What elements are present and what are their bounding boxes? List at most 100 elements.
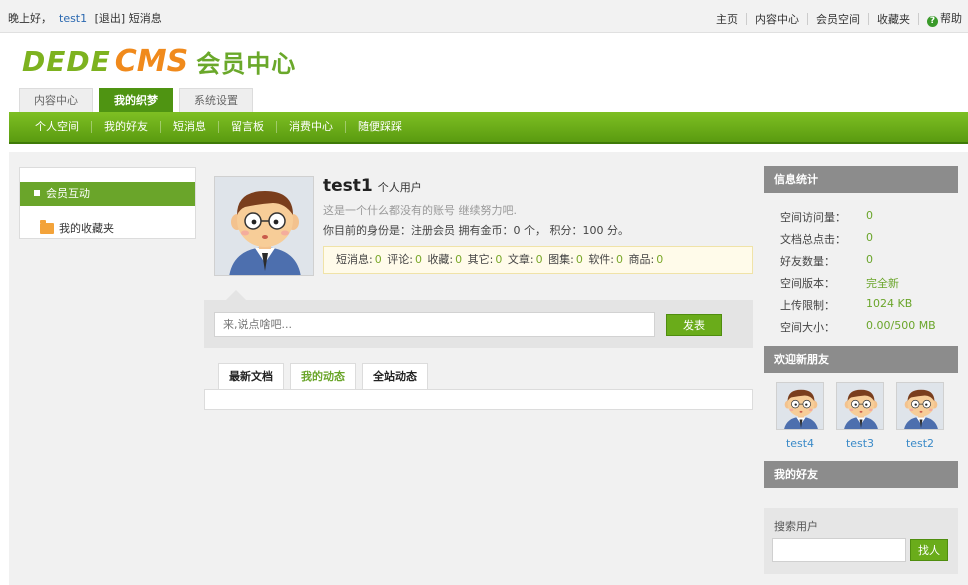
top-links: 主页 内容中心 会员空间 收藏夹 ? 帮助 (716, 10, 962, 27)
logo-dede: DEDE (22, 44, 111, 78)
sidebar-item-favorites[interactable]: 我的收藏夹 (40, 219, 114, 236)
avatar-image (897, 383, 943, 429)
tab-site-activity[interactable]: 全站动态 (362, 363, 428, 389)
stat-value: 0 (866, 231, 873, 244)
stat-value: 0 (374, 253, 382, 266)
favorites-link[interactable]: 收藏夹 (877, 11, 910, 27)
member-space-link[interactable]: 会员空间 (816, 11, 860, 27)
stat-label: 文档总点击： (780, 233, 846, 246)
profile-status: 你目前的身份是：注册会员 拥有金币：0 个， 积分：100 分。 (323, 222, 629, 238)
stat-label: 图集: (548, 253, 574, 266)
avatar-image (837, 383, 883, 429)
profile-name-row: test1 个人用户 (323, 176, 422, 196)
stat-software[interactable]: 软件: 0 (588, 253, 625, 266)
nav-short-messages[interactable]: 短消息 (161, 121, 219, 133)
tab-my-dream[interactable]: 我的织梦 (99, 88, 173, 112)
friend-name: test3 (845, 437, 875, 450)
profile-type: 个人用户 (377, 181, 422, 194)
stat-value: 0 (656, 253, 664, 266)
tab-content-center[interactable]: 内容中心 (19, 88, 93, 112)
publish-button[interactable]: 发表 (666, 314, 722, 336)
help-link[interactable]: ? 帮助 (927, 10, 962, 27)
stat-favorites[interactable]: 收藏: 0 (427, 253, 464, 266)
avatar-image (777, 383, 823, 429)
stat-label: 上传限制： (780, 299, 835, 312)
stat-galleries[interactable]: 图集: 0 (548, 253, 585, 266)
main-tabs: 内容中心 我的织梦 系统设置 (19, 88, 259, 112)
tab-latest-docs[interactable]: 最新文档 (218, 363, 284, 389)
stat-label: 空间大小： (780, 321, 835, 334)
stat-value: 0 (866, 253, 873, 266)
divider (918, 12, 919, 25)
username-link[interactable]: test1 (59, 12, 87, 25)
stat-other[interactable]: 其它: 0 (468, 253, 505, 266)
friend-name: test2 (905, 437, 935, 450)
post-box: 发表 (204, 290, 753, 348)
find-user-button[interactable]: 找人 (910, 539, 948, 561)
score-label: 积分： (549, 224, 583, 237)
friend-item[interactable]: test3 (836, 382, 884, 450)
stat-value: 1024 KB (866, 297, 913, 310)
nav-consumption-center[interactable]: 消费中心 (277, 121, 346, 133)
content-center-link[interactable]: 内容中心 (755, 11, 799, 27)
status-input[interactable] (214, 312, 655, 337)
minus-icon (34, 190, 40, 196)
score-unit: 分。 (607, 224, 629, 237)
divider (807, 12, 808, 25)
tab-system-settings[interactable]: 系统设置 (179, 88, 253, 112)
avatar (896, 382, 944, 430)
stat-value: 0 (535, 253, 543, 266)
search-user-input[interactable] (772, 538, 906, 562)
stat-comments[interactable]: 评论: 0 (387, 253, 424, 266)
stat-value: 0 (414, 253, 422, 266)
profile-name: test1 (323, 176, 373, 196)
divider (868, 12, 869, 25)
my-friends-header: 我的好友 (764, 461, 958, 488)
logo[interactable]: DEDE CMS 会员中心 (22, 43, 297, 79)
home-link[interactable]: 主页 (716, 11, 738, 27)
avatar-image (215, 177, 313, 275)
coins-unit: 个， (524, 224, 546, 237)
post-box-arrow (226, 290, 246, 300)
nav-personal-space[interactable]: 个人空间 (23, 121, 92, 133)
avatar (836, 382, 884, 430)
logo-cms: CMS (114, 43, 189, 79)
messages-link[interactable]: 短消息 (129, 12, 162, 25)
stat-products[interactable]: 商品: 0 (629, 253, 666, 266)
stat-label: 其它: (467, 253, 494, 266)
stat-value: 完全新 (866, 277, 899, 290)
search-user-box: 搜索用户 找人 (764, 508, 958, 574)
sidebar-section-title: 会员互动 (46, 187, 90, 200)
sub-nav: 个人空间 我的好友 短消息 留言板 消费中心 随便踩踩 (9, 112, 968, 144)
score-value: 100 (582, 224, 604, 237)
logout-link[interactable]: [退出] (95, 12, 126, 25)
stat-value: 0 (616, 253, 624, 266)
nav-my-friends[interactable]: 我的好友 (92, 121, 161, 133)
folder-icon (40, 219, 54, 234)
stat-value: 0 (455, 253, 463, 266)
nav-random-browse[interactable]: 随便踩踩 (346, 121, 414, 133)
new-friends-header: 欢迎新朋友 (764, 346, 958, 373)
friend-item[interactable]: test2 (896, 382, 944, 450)
status-prefix: 你目前的身份是：注册会员 拥有金币： (323, 224, 514, 237)
stat-label: 商品: (628, 253, 655, 266)
feed-content (204, 389, 753, 410)
coins-value: 0 (513, 224, 521, 237)
stat-label: 文章: (507, 253, 534, 266)
stat-label: 空间版本： (780, 277, 835, 290)
help-label: 帮助 (940, 12, 962, 25)
friend-name: test4 (785, 437, 815, 450)
search-user-label: 搜索用户 (774, 520, 818, 533)
help-icon: ? (927, 16, 938, 27)
stat-value: 0 (866, 209, 873, 222)
stat-messages[interactable]: 短消息: 0 (336, 253, 384, 266)
stat-row: 空间版本： 完全新 (780, 275, 899, 291)
tab-my-activity[interactable]: 我的动态 (290, 363, 356, 389)
friend-item[interactable]: test4 (776, 382, 824, 450)
nav-guestbook[interactable]: 留言板 (219, 121, 277, 133)
stat-row: 上传限制： 1024 KB (780, 297, 912, 313)
avatar[interactable] (214, 176, 314, 276)
logo-subtitle: 会员中心 (196, 49, 297, 78)
sidebar-section-header[interactable]: 会员互动 (20, 182, 195, 206)
stat-articles[interactable]: 文章: 0 (508, 253, 545, 266)
